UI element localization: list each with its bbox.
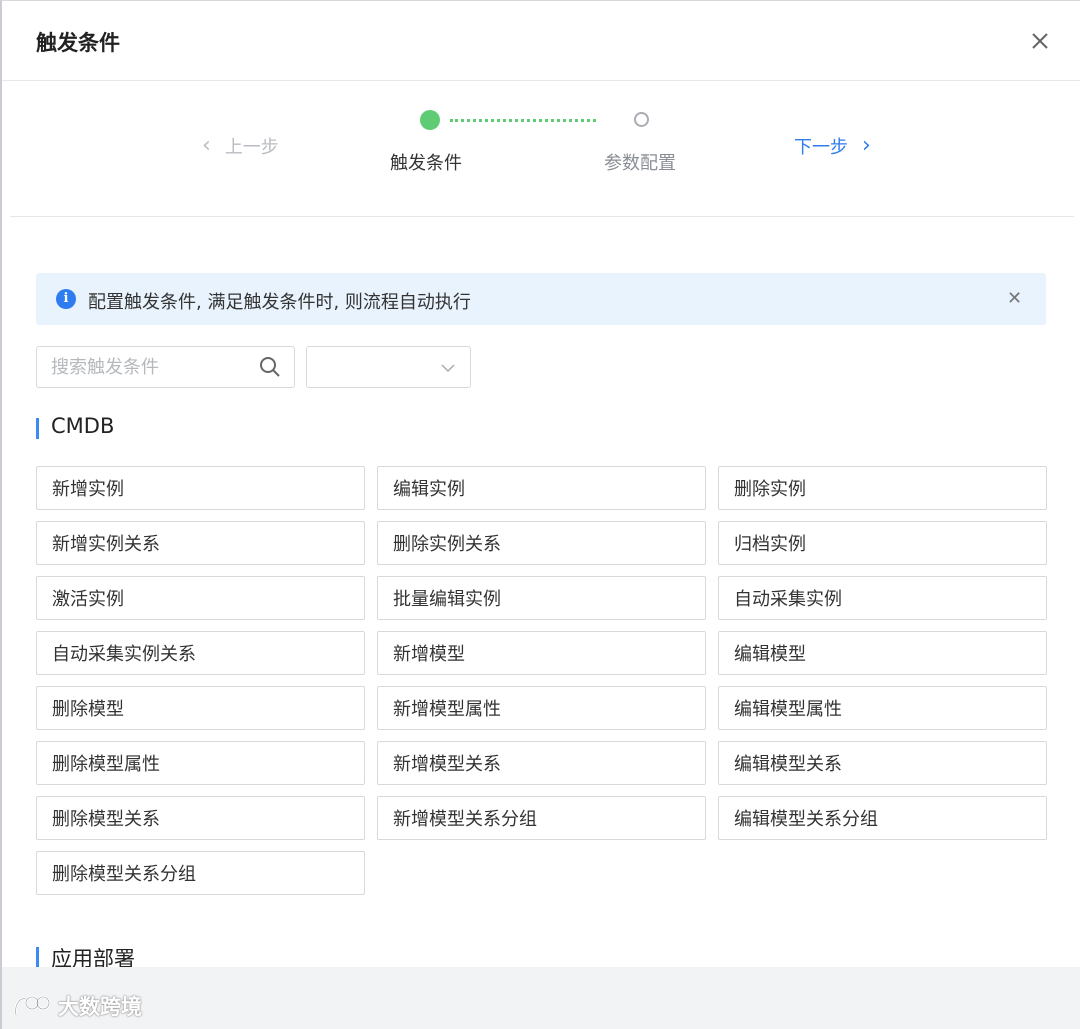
step-label-params: 参数配置 [604, 153, 676, 174]
step-dot-active [420, 110, 440, 130]
trigger-option[interactable]: 删除模型关系分组 [36, 851, 365, 895]
info-icon: i [56, 289, 76, 309]
step-connector [450, 119, 596, 122]
trigger-option[interactable]: 新增模型属性 [377, 686, 706, 730]
step-dot-inactive [634, 112, 649, 127]
footer-band [2, 967, 1080, 1029]
trigger-option[interactable]: 编辑实例 [377, 466, 706, 510]
trigger-option[interactable]: 自动采集实例关系 [36, 631, 365, 675]
search-input[interactable] [51, 347, 251, 387]
next-step-label: 下一步 [794, 137, 848, 158]
trigger-option[interactable]: 新增模型关系 [377, 741, 706, 785]
close-icon[interactable] [1026, 27, 1054, 55]
trigger-option[interactable]: 新增模型关系分组 [377, 796, 706, 840]
prev-step-button[interactable]: ‹ 上一步 [202, 133, 279, 159]
next-step-button[interactable]: 下一步 › [794, 133, 871, 159]
trigger-option[interactable]: 批量编辑实例 [377, 576, 706, 620]
section-title-cmdb: CMDB [36, 414, 114, 439]
trigger-option[interactable]: 新增实例关系 [36, 521, 365, 565]
watermark: 大数跨境 [12, 991, 142, 1021]
trigger-option[interactable]: 删除模型关系 [36, 796, 365, 840]
trigger-option[interactable]: 激活实例 [36, 576, 365, 620]
category-select[interactable] [306, 346, 471, 388]
trigger-dialog: 触发条件 ‹ 上一步 触发条件 参数配置 下一步 › i 配置触发条件, 满足触… [0, 0, 1080, 1029]
trigger-option[interactable]: 编辑模型关系分组 [718, 796, 1047, 840]
trigger-option[interactable]: 编辑模型属性 [718, 686, 1047, 730]
trigger-option[interactable]: 新增实例 [36, 466, 365, 510]
search-box [36, 346, 295, 388]
steps-bar: ‹ 上一步 触发条件 参数配置 下一步 › [2, 81, 1080, 217]
dialog-header: 触发条件 [2, 1, 1080, 81]
trigger-grid: 新增实例 编辑实例 删除实例新增实例关系 删除实例关系 归档实例激活实例 批量编辑实例 自动… [36, 466, 1047, 895]
divider [10, 216, 1074, 217]
trigger-option[interactable]: 编辑模型 [718, 631, 1047, 675]
step-label-trigger: 触发条件 [390, 153, 462, 174]
search-icon[interactable] [259, 356, 281, 378]
trigger-option[interactable]: 新增模型 [377, 631, 706, 675]
watermark-logo-icon [14, 995, 51, 1016]
alert-text: 配置触发条件, 满足触发条件时, 则流程自动执行 [88, 292, 471, 313]
prev-step-label: 上一步 [224, 137, 279, 158]
trigger-option[interactable]: 删除模型属性 [36, 741, 365, 785]
trigger-option[interactable]: 自动采集实例 [718, 576, 1047, 620]
alert-close-icon[interactable]: ✕ [1007, 289, 1022, 309]
trigger-option[interactable]: 编辑模型关系 [718, 741, 1047, 785]
chevron-right-icon: › [862, 133, 871, 158]
chevron-down-icon [441, 364, 455, 373]
trigger-option[interactable]: 删除模型 [36, 686, 365, 730]
watermark-text: 大数跨境 [58, 995, 142, 1019]
chevron-left-icon: ‹ [202, 133, 211, 158]
trigger-option[interactable]: 归档实例 [718, 521, 1047, 565]
trigger-option[interactable]: 删除实例关系 [377, 521, 706, 565]
info-alert: i 配置触发条件, 满足触发条件时, 则流程自动执行 ✕ [36, 273, 1046, 325]
dialog-title: 触发条件 [36, 31, 120, 55]
trigger-option[interactable]: 删除实例 [718, 466, 1047, 510]
